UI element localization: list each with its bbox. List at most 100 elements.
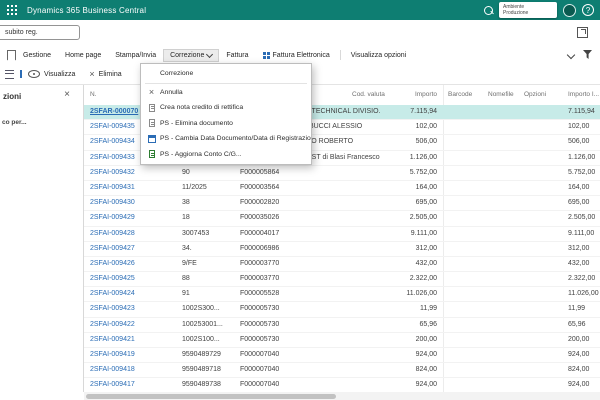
column-header-options[interactable]: Opzioni <box>524 91 546 98</box>
vendor-invoice-no-cell: 9590489718 <box>182 366 221 374</box>
chevron-down-icon[interactable] <box>566 50 576 59</box>
invoice-number-link[interactable]: 2SFAI-009424 <box>90 287 178 301</box>
menu-visualizza-opzioni[interactable]: Visualizza opzioni <box>344 49 414 62</box>
invoice-number-link[interactable]: 2SFAI-009423 <box>90 302 178 316</box>
horizontal-scrollbar[interactable] <box>84 392 600 400</box>
menu-item-ps-elimina-documento[interactable]: PS - Elimina documento <box>141 116 311 132</box>
e-invoice-icon <box>262 51 266 55</box>
button-label: Visualizza <box>44 70 76 78</box>
column-header-currency[interactable]: Cod. valuta <box>352 91 385 98</box>
invoice-number-link[interactable]: 2SFAI-009430 <box>90 196 178 210</box>
vendor-invoice-no-cell: 9/FE <box>182 259 197 267</box>
menu-stampa-invia[interactable]: Stampa/Invia <box>108 49 163 62</box>
table-row[interactable]: 2SFAI-009422 100253001... F000005730 65,96 6… <box>84 318 600 333</box>
amount-cell: 506,00 <box>415 138 437 146</box>
table-row[interactable]: 2SFAI-009425 88 F000003770 2.322,00 2.322,00 <box>84 272 600 288</box>
file-no-cell: F000005528 <box>240 290 280 298</box>
column-header-barcode[interactable]: Barcode <box>448 91 472 98</box>
menu-item-ps-cambia-data[interactable]: PS - Cambia Data Documento/Data di Regis… <box>141 131 311 147</box>
table-row[interactable]: 2SFAI-009426 9/FE F000003770 432,00 432,00 <box>84 257 600 273</box>
file-no-cell: F000005730 <box>240 305 280 313</box>
invoice-number-link[interactable]: 2SFAI-009419 <box>90 348 178 362</box>
filter-funnel-icon[interactable] <box>583 50 592 59</box>
menu-fattura-elettronica[interactable]: Fattura Elettronica <box>256 49 337 62</box>
visualizza-button[interactable]: Visualizza <box>28 70 75 78</box>
file-no-cell: F000004017 <box>240 229 280 237</box>
invoice-number-link[interactable]: 2SFAI-009426 <box>90 257 178 271</box>
invoice-number-link[interactable]: 2SFAI-009432 <box>90 166 178 180</box>
page-bar: subito reg. <box>0 20 600 46</box>
menu-item-annulla[interactable]: × Annulla <box>141 85 311 101</box>
app-launcher-icon[interactable] <box>7 5 17 15</box>
table-row[interactable]: 2SFAI-009428 3007453 F000004017 9.111,00 9.1… <box>84 227 600 242</box>
bookmark-icon[interactable] <box>7 49 16 61</box>
file-no-cell: F000003564 <box>240 183 280 191</box>
amount-incl-vat-cell: 432,00 <box>568 259 590 267</box>
calendar-icon <box>147 134 156 143</box>
invoice-number-link[interactable]: 2SFAI-009427 <box>90 242 178 256</box>
menu-item-ps-aggiorna-conto[interactable]: PS - Aggiorna Conto C/G... <box>141 147 311 163</box>
menu-item-correzione[interactable]: Correzione <box>141 66 311 82</box>
invoice-number-link[interactable]: 2SFAI-009418 <box>90 363 178 377</box>
amount-incl-vat-cell: 924,00 <box>568 351 590 358</box>
vendor-invoice-no-cell: 38 <box>182 199 190 207</box>
analyze-button[interactable] <box>20 70 26 78</box>
invoice-number-link[interactable]: 2SFAI-009425 <box>90 272 178 286</box>
amount-incl-vat-cell: 11,99 <box>568 305 585 313</box>
amount-cell: 2.505,00 <box>409 214 437 222</box>
table-row[interactable]: 2SFAI-009431 11/2025 F000003564 164,00 164,0… <box>84 181 600 197</box>
amount-cell: 824,00 <box>415 366 437 374</box>
share-icon[interactable] <box>577 27 588 38</box>
close-icon[interactable]: × <box>64 89 70 100</box>
invoice-number-link[interactable]: 2SFAI-009417 <box>90 378 178 392</box>
menu-fattura[interactable]: Fattura <box>219 49 255 62</box>
table-row[interactable]: 2SFAI-009418 9590489718 F000007040 824,00 82… <box>84 363 600 379</box>
cancel-x-icon: × <box>148 87 155 98</box>
table-row[interactable]: 2SFAI-009424 91 F000005528 11.026,00 11.026,… <box>84 287 600 303</box>
amount-cell: 164,00 <box>415 183 437 191</box>
amount-cell: 432,00 <box>415 259 437 267</box>
amount-incl-vat-cell: 2.505,00 <box>568 214 596 222</box>
correzione-dropdown-menu: Correzione × Annulla Crea nota credito d… <box>140 63 312 165</box>
elimina-button[interactable]: × Elimina <box>89 69 121 79</box>
vendor-name-cell: TINO ROBERTO <box>300 138 354 146</box>
menu-label: Stampa/Invia <box>115 51 157 59</box>
app-title[interactable]: Dynamics 365 Business Central <box>27 6 146 15</box>
menu-correzione[interactable]: Correzione <box>163 48 220 62</box>
table-row[interactable]: 2SFAI-009423 1002S300... F000005730 11,99 11… <box>84 302 600 318</box>
menu-item-crea-nota-credito[interactable]: Crea nota credito di rettifica <box>141 100 311 116</box>
table-row[interactable]: 2SFAI-009432 90 F000005864 5.752,00 5.752,00 <box>84 166 600 181</box>
table-row[interactable]: 2SFAI-009430 38 F000002820 695,00 695,00 <box>84 196 600 212</box>
column-header-no[interactable]: N. <box>90 91 97 98</box>
environment-line2: Produzione <box>503 10 529 16</box>
invoice-number-link[interactable]: 2SFAI-009429 <box>90 211 178 225</box>
table-row[interactable]: 2SFAI-009419 9590489729 F000007040 924,00 92… <box>84 348 600 364</box>
app-header: Dynamics 365 Business Central Ambiente P… <box>0 0 600 20</box>
search-input[interactable]: subito reg. <box>0 25 80 40</box>
amount-incl-vat-cell: 506,00 <box>568 138 590 146</box>
menu-label: Home page <box>65 51 102 59</box>
amount-incl-vat-cell: 1.126,00 <box>568 153 596 161</box>
account-avatar[interactable] <box>563 3 576 17</box>
menu-home-page[interactable]: Home page <box>58 49 108 62</box>
table-row[interactable]: 2SFAI-009429 18 F000035026 2.505,00 2.505,00 <box>84 211 600 227</box>
search-icon[interactable] <box>484 5 493 15</box>
invoice-number-link[interactable]: 2SFAI-009422 <box>90 318 178 332</box>
invoice-number-link[interactable]: 2SFAI-009428 <box>90 227 178 241</box>
vendor-name-cell: DI BUCCI ALESSIO <box>300 123 363 131</box>
table-row[interactable]: 2SFAI-009427 34. F000006986 312,00 312,00 <box>84 242 600 257</box>
filter-list-by-label: co per... <box>2 119 27 126</box>
column-header-amount-incl[interactable]: Importo I... <box>568 91 599 98</box>
table-row[interactable]: 2SFAI-009421 1002S100... F000005730 200,00 2… <box>84 333 600 348</box>
scrollbar-thumb[interactable] <box>86 393 336 399</box>
amount-cell: 5.752,00 <box>409 168 437 176</box>
column-header-filename[interactable]: Nomefile <box>488 91 514 98</box>
invoice-number-link[interactable]: 2SFAI-009431 <box>90 181 178 195</box>
column-header-amount[interactable]: Importo <box>384 91 437 98</box>
help-icon[interactable]: ? <box>582 4 594 16</box>
menu-gestione[interactable]: Gestione <box>16 49 58 62</box>
amount-cell: 102,00 <box>415 123 437 131</box>
show-as-list-button[interactable] <box>5 69 14 79</box>
vendor-invoice-no-cell: 9590489729 <box>182 351 221 358</box>
invoice-number-link[interactable]: 2SFAI-009421 <box>90 333 178 347</box>
